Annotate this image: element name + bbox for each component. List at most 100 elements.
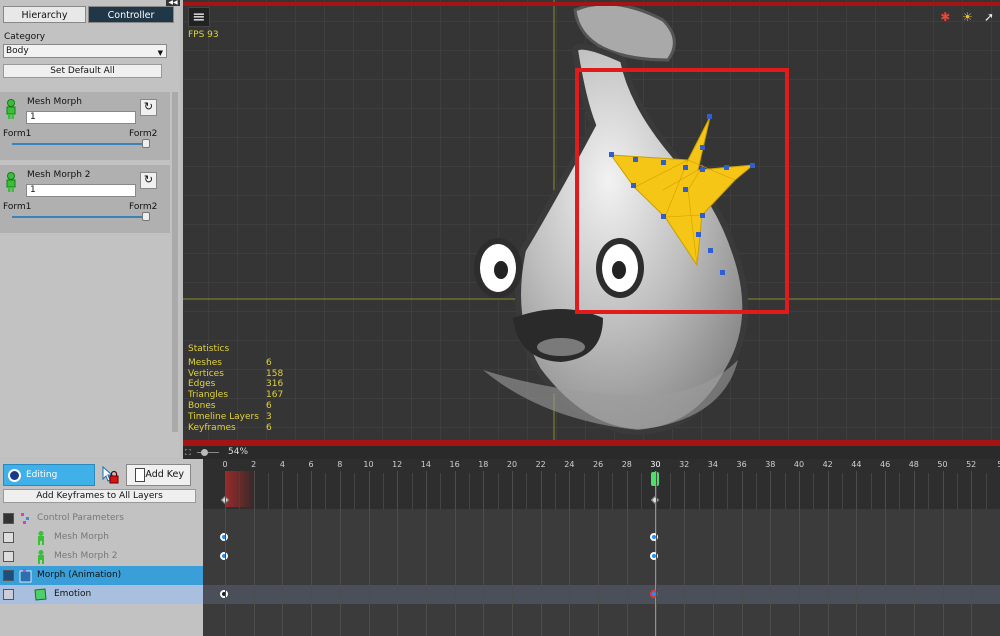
key-document-icon xyxy=(135,468,145,482)
layer-row-control-parameters[interactable]: Control Parameters xyxy=(0,509,203,528)
form2-label: Form2 xyxy=(129,202,158,212)
frame-gridline xyxy=(569,471,571,636)
visibility-checkbox[interactable] xyxy=(3,551,14,562)
person-icon xyxy=(38,550,44,564)
frame-subgridline xyxy=(641,473,643,509)
stat-key: Timeline Layers xyxy=(188,411,259,422)
cursor-icon[interactable]: ➚ xyxy=(984,10,998,24)
frame-tick-label: 2 xyxy=(251,460,257,469)
frame-gridline xyxy=(339,471,341,636)
keyframe[interactable] xyxy=(220,552,228,560)
keyframe[interactable] xyxy=(220,590,228,598)
frame-tick-label: 28 xyxy=(621,460,632,469)
morph-slider-track[interactable] xyxy=(12,143,146,145)
bone-tool-icon[interactable]: ✱ xyxy=(940,10,954,24)
reset-icon[interactable]: ↻ xyxy=(140,99,157,116)
frame-tick-label: 46 xyxy=(880,460,891,469)
frame-gridline xyxy=(540,471,542,636)
stat-value: 6 xyxy=(266,422,272,433)
add-keyframes-all-button[interactable]: Add Keyframes to All Layers xyxy=(3,489,196,503)
reset-icon[interactable]: ↻ xyxy=(140,172,157,189)
frame-subgridline xyxy=(555,473,557,509)
frame-tick-label: 10 xyxy=(363,460,374,469)
morph-slider-handle[interactable] xyxy=(142,212,150,221)
keyframe-selected[interactable] xyxy=(650,590,658,598)
stats-title: Statistics xyxy=(188,344,230,354)
statistics-panel: Statistics Meshes 6 Vertices 158 Edges 316 … xyxy=(188,344,283,433)
menu-icon[interactable]: ≡ xyxy=(188,7,210,27)
expand-toggle[interactable] xyxy=(3,570,14,581)
frame-gridline xyxy=(741,471,743,636)
keyframe[interactable] xyxy=(650,533,658,541)
panel-scrollbar[interactable] xyxy=(172,92,178,432)
timeline-grid[interactable]: 0 2 4 6 8 10 12 14 16 18 20 22 24 26 28 30 32 34 36 38 40 42 4… xyxy=(203,459,1000,636)
bulb-icon[interactable]: ☀ xyxy=(962,10,976,24)
frame-subgridline xyxy=(382,473,384,509)
viewport-grid xyxy=(183,0,1000,446)
recording-bar-top xyxy=(183,2,1000,6)
frame-gridline xyxy=(885,471,887,636)
stat-value: 3 xyxy=(266,411,272,422)
frame-subgridline xyxy=(784,473,786,509)
frame-tick-label: 20 xyxy=(506,460,518,469)
frame-gridline xyxy=(942,471,944,636)
morph-value-field[interactable]: 1 xyxy=(26,111,136,124)
layer-row-morph-animation[interactable]: Morph (Animation) xyxy=(0,566,203,585)
frame-gridline xyxy=(598,471,600,636)
morph-slider-handle[interactable] xyxy=(142,139,150,148)
zoom-slider-handle[interactable] xyxy=(201,449,208,456)
frame-tick-label: 26 xyxy=(593,460,604,469)
frame-gridline xyxy=(626,471,628,636)
chevron-down-icon: ▼ xyxy=(157,49,163,57)
tab-hierarchy[interactable]: Hierarchy xyxy=(3,6,86,23)
frame-tick-label: 0 xyxy=(222,460,228,469)
visibility-checkbox[interactable] xyxy=(3,589,14,600)
layer-row-emotion[interactable]: Emotion xyxy=(0,585,203,604)
mesh-icon xyxy=(34,588,47,601)
person-icon xyxy=(6,172,16,192)
person-icon xyxy=(38,531,44,545)
lock-icon[interactable] xyxy=(100,465,120,485)
category-select[interactable]: Body ▼ xyxy=(3,44,167,58)
frame-tick-label: 48 xyxy=(908,460,919,469)
morph-value-field[interactable]: 1 xyxy=(26,184,136,197)
frame-gridline xyxy=(311,471,313,636)
keyframe[interactable] xyxy=(650,552,658,560)
emotion-track[interactable] xyxy=(203,585,1000,604)
stat-value: 316 xyxy=(266,379,284,390)
frame-subgridline xyxy=(440,473,442,509)
keyframe[interactable] xyxy=(220,533,228,541)
frame-gridline xyxy=(799,471,800,636)
layer-row-mesh-morph-2[interactable]: Mesh Morph 2 xyxy=(0,547,203,566)
editing-toggle[interactable]: Editing xyxy=(3,464,95,486)
visibility-checkbox[interactable] xyxy=(3,532,14,543)
zoom-bar: ⛶ 54% xyxy=(183,446,1000,459)
frame-tick-label: 44 xyxy=(851,460,862,469)
stat-key: Vertices xyxy=(188,368,224,379)
frame-subgridline xyxy=(296,473,298,509)
parameters-icon xyxy=(21,513,29,524)
set-default-all-button[interactable]: Set Default All xyxy=(3,64,162,78)
add-key-label: Add Key xyxy=(145,469,184,480)
visibility-checkbox[interactable] xyxy=(3,513,14,524)
viewport-tools: ✱ ☀ ➚ xyxy=(935,10,998,24)
layer-row-mesh-morph[interactable]: Mesh Morph xyxy=(0,528,203,547)
frame-subgridline xyxy=(928,473,930,509)
frame-subgridline xyxy=(325,473,327,509)
morph-slider-track[interactable] xyxy=(12,216,146,218)
frame-tick-label: 6 xyxy=(308,460,314,469)
frame-gridline xyxy=(770,471,772,636)
frame-tick-label: 50 xyxy=(937,460,948,469)
scene-viewport[interactable]: ≡ FPS 93 ✱ ☀ ➚ Statistics Meshes 6 Vertic… xyxy=(183,0,1000,446)
add-key-button[interactable]: Add Key xyxy=(126,464,191,486)
frame-gridline xyxy=(282,471,284,636)
morph-control-1: Mesh Morph 1 ↻ Form1 Form2 xyxy=(0,92,170,160)
frame-gridline xyxy=(827,471,829,636)
tab-controller[interactable]: Controller xyxy=(88,6,174,23)
frame-subgridline xyxy=(755,473,757,509)
form1-label: Form1 xyxy=(3,202,32,212)
frame-tick-label: 30 xyxy=(650,460,661,469)
animation-layer-icon xyxy=(19,569,32,583)
fit-icon[interactable]: ⛶ xyxy=(185,448,191,458)
frame-subgridline xyxy=(870,473,872,509)
